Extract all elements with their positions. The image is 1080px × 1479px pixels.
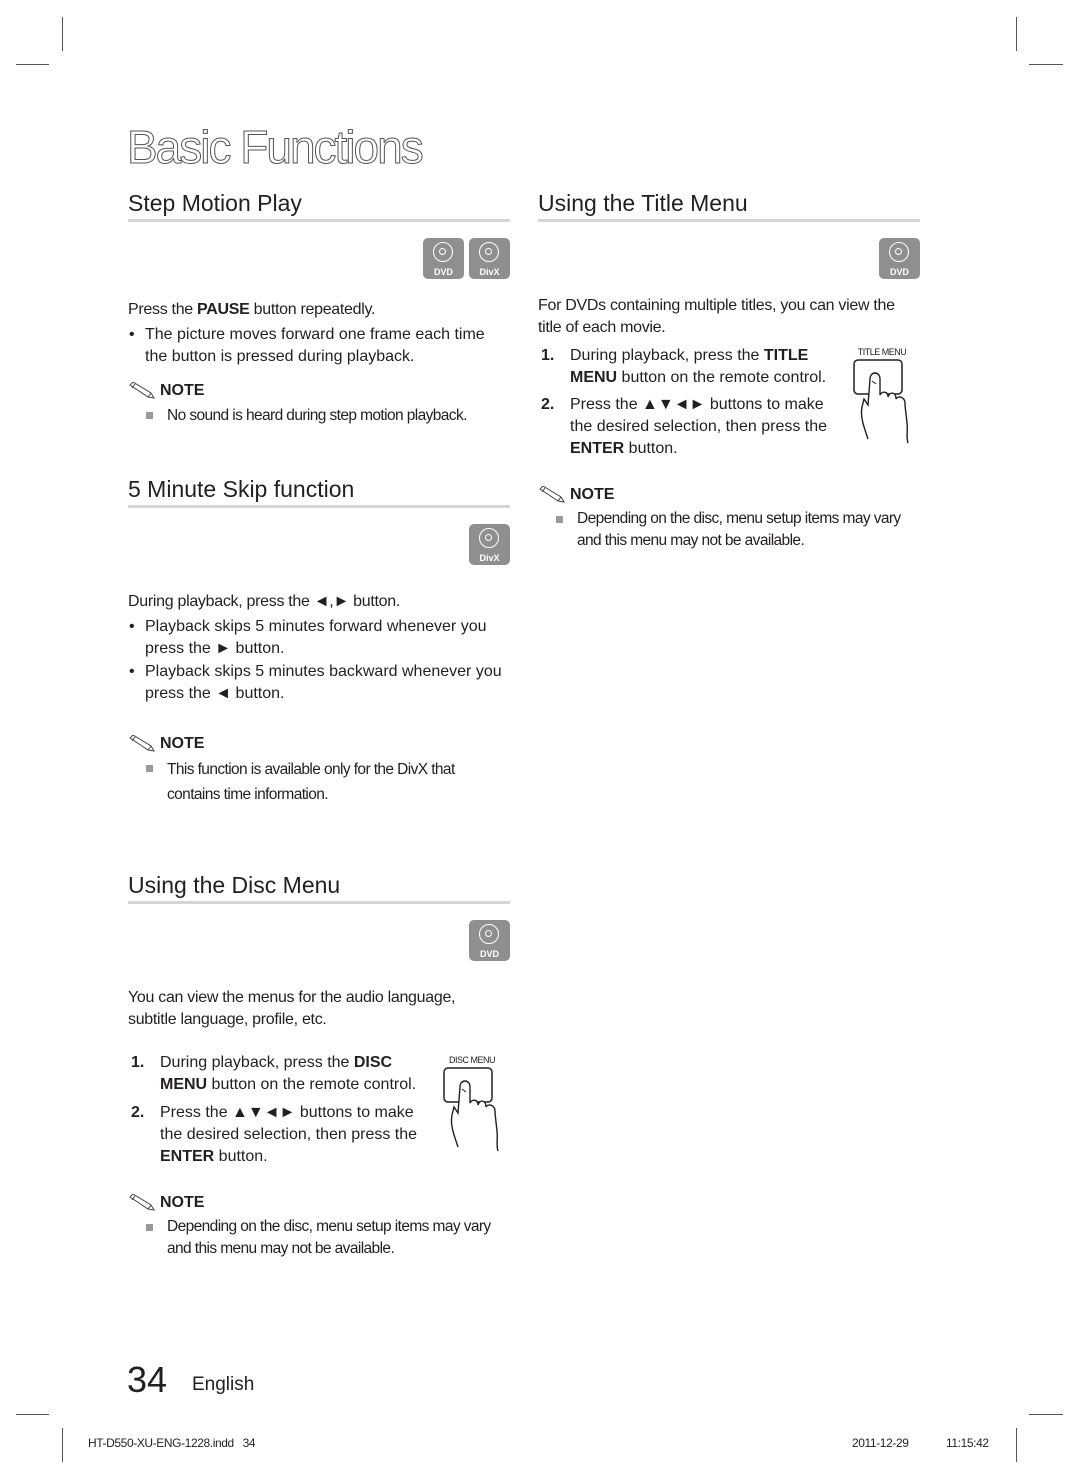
section-heading: Using the Title Menu: [538, 190, 920, 222]
section-five-minute-skip: 5 Minute Skip function DivX During playb…: [128, 476, 510, 807]
dvd-badge-icon: DVD: [469, 920, 510, 961]
crop-mark: [1029, 1414, 1063, 1415]
step-item: 2. Press the ▲▼◄► buttons to make the des…: [541, 396, 828, 457]
slug-filename: HT-D550-XU-ENG-1228.indd 34: [88, 1436, 256, 1450]
step-item: 1. During playback, press the DISC MENU b…: [131, 1054, 417, 1093]
pencil-icon: [129, 1194, 155, 1211]
divx-badge-icon: DivX: [469, 238, 510, 279]
title-menu-remote-illustration: TITLE MENU: [850, 347, 914, 452]
note-item: This function is available only for the …: [128, 757, 510, 807]
section-heading: Step Motion Play: [128, 190, 510, 222]
section-heading: Using the Disc Menu: [128, 872, 510, 904]
step-item: 1. During playback, press the TITLE MENU…: [541, 347, 827, 386]
disc-badges: DVD: [128, 920, 510, 961]
dvd-badge-icon: DVD: [423, 238, 464, 279]
remote-button-label: DISC MENU: [448, 1055, 496, 1065]
dvd-badge-icon: DVD: [879, 238, 920, 279]
slug-date: 2011-12-29: [852, 1436, 909, 1450]
page-number: 34: [127, 1359, 168, 1400]
note-heading: NOTE: [538, 486, 920, 504]
disc-badges: DVD: [538, 238, 920, 279]
crop-mark: [1016, 17, 1017, 51]
pencil-icon: [129, 382, 155, 399]
intro-text: During playback, press the ◄,► button.: [128, 593, 400, 610]
remote-button-label: TITLE MENU: [857, 347, 907, 357]
crop-mark: [62, 17, 63, 51]
section-heading: 5 Minute Skip function: [128, 476, 510, 508]
note-heading: NOTE: [128, 1194, 510, 1212]
crop-mark: [1016, 1428, 1017, 1462]
bullet-item: Playback skips 5 minutes backward whenev…: [128, 661, 510, 705]
page-title: Basic Functions: [127, 121, 425, 174]
crop-mark: [16, 64, 49, 65]
hand-pressing-button-icon: [443, 1067, 499, 1152]
pencil-icon: [129, 735, 155, 752]
disc-badges: DVD DivX: [128, 238, 510, 279]
bullet-item: The picture moves forward one frame each…: [128, 324, 510, 368]
step-item: 2. Press the ▲▼◄► buttons to make the des…: [131, 1104, 418, 1165]
intro-text: For DVDs containing multiple titles, you…: [538, 297, 895, 336]
note-heading: NOTE: [128, 382, 510, 400]
note-item: Depending on the disc, menu setup items …: [538, 508, 920, 552]
note-item: Depending on the disc, menu setup items …: [128, 1216, 510, 1260]
section-step-motion: Step Motion Play DVD DivX Press the PAUS…: [128, 190, 510, 427]
pencil-icon: [539, 486, 565, 503]
divx-badge-icon: DivX: [469, 524, 510, 565]
intro-text: Press the PAUSE button repeatedly.: [128, 301, 376, 318]
disc-badges: DivX: [128, 524, 510, 565]
intro-text: You can view the menus for the audio lan…: [128, 989, 456, 1028]
hand-pressing-button-icon: [853, 359, 909, 444]
crop-mark: [1029, 64, 1063, 65]
note-heading: NOTE: [128, 735, 510, 753]
disc-menu-remote-illustration: DISC MENU: [440, 1055, 504, 1160]
crop-mark: [16, 1414, 49, 1415]
slug-time: 11:15:42: [946, 1436, 989, 1450]
crop-mark: [62, 1428, 63, 1462]
bullet-item: Playback skips 5 minutes forward wheneve…: [128, 616, 510, 660]
note-item: No sound is heard during step motion pla…: [128, 404, 510, 427]
page-language: English: [192, 1374, 255, 1395]
